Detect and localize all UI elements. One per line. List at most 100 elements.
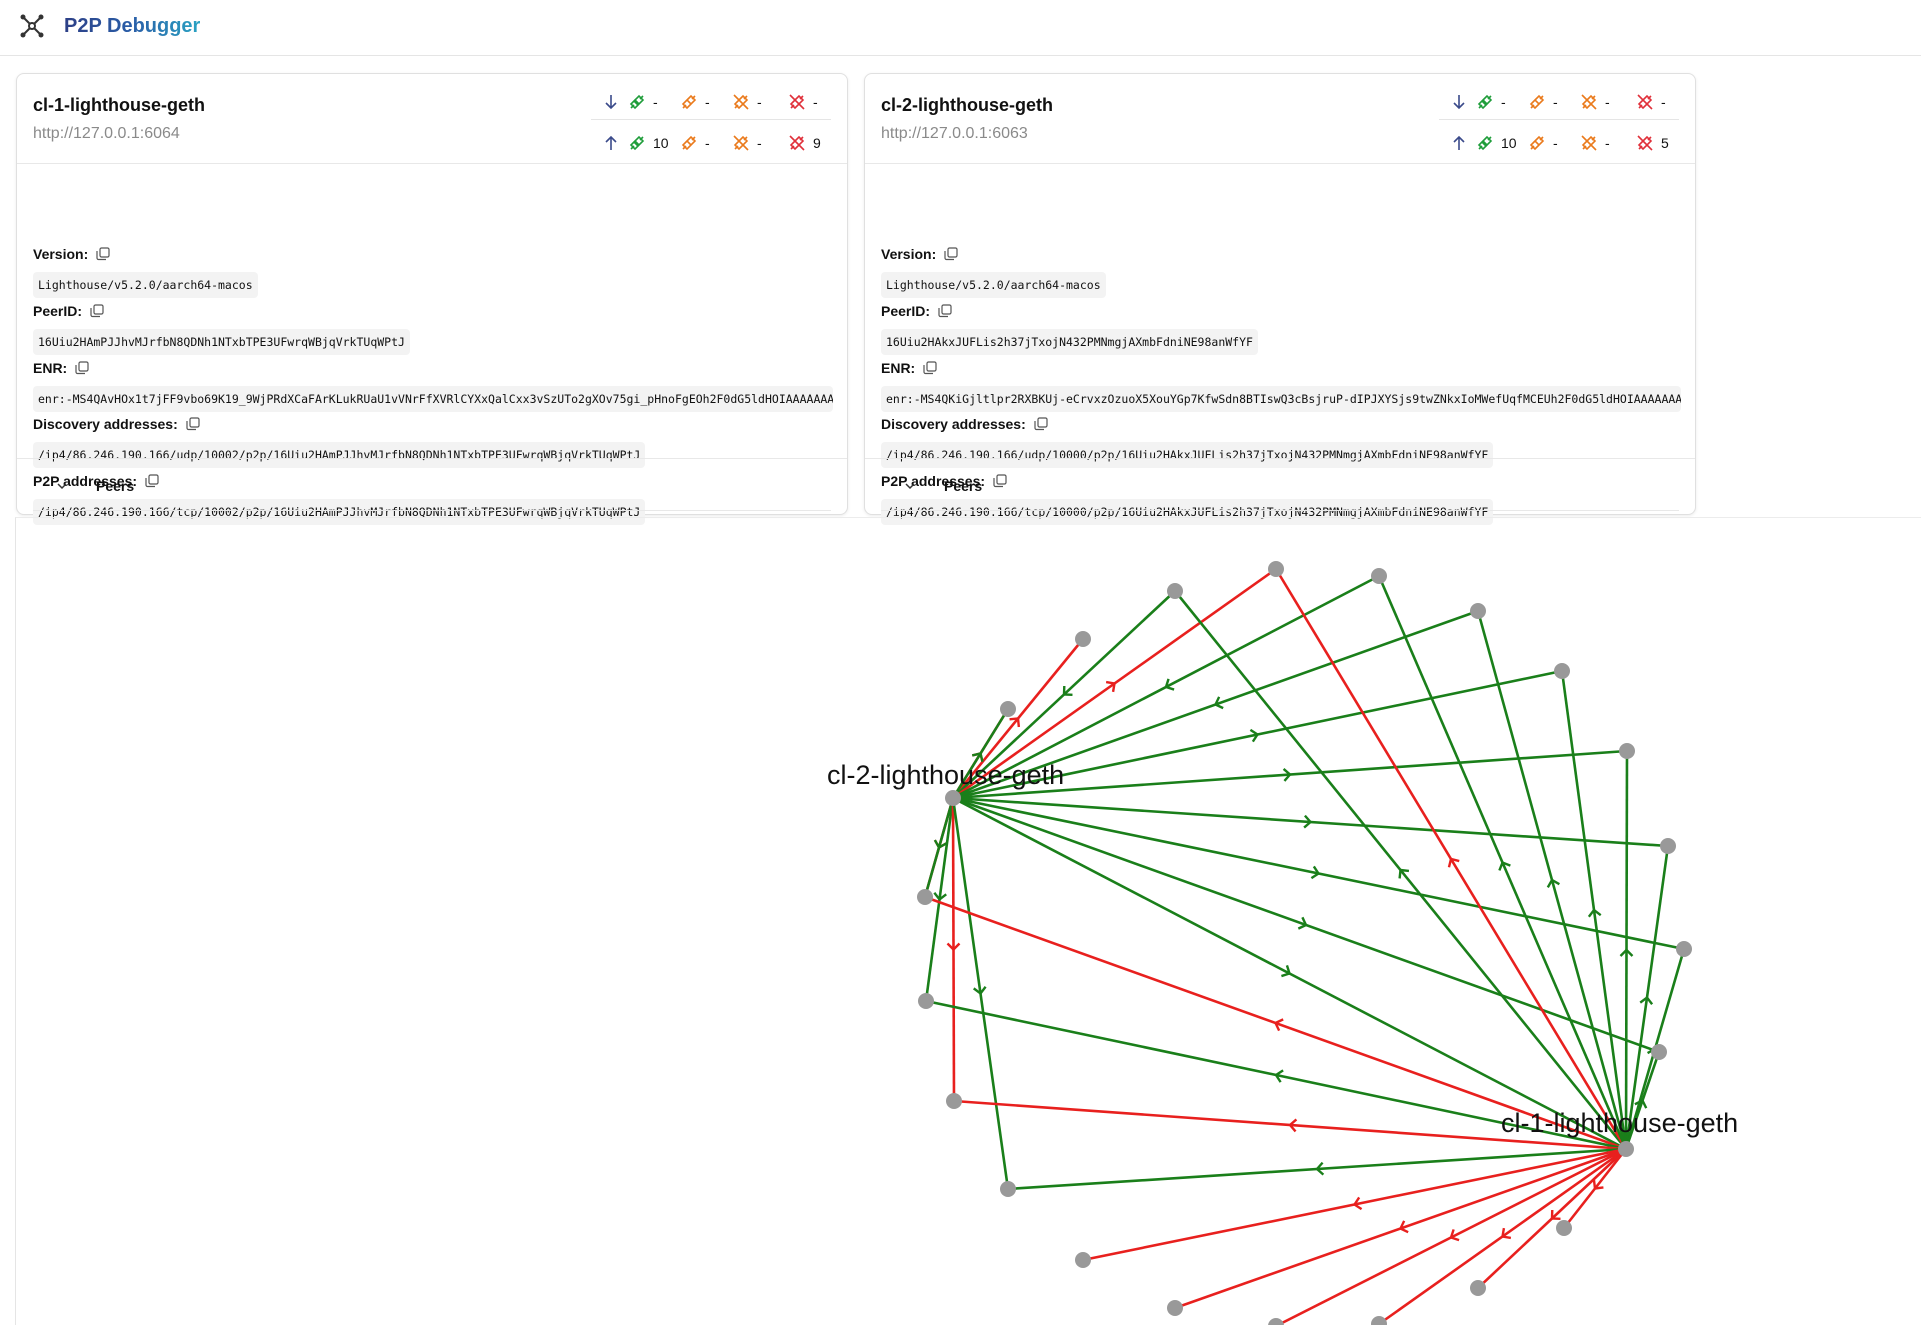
field-label-text: PeerID: <box>33 303 83 319</box>
arrow-up-icon <box>601 131 621 155</box>
plug-connected-icon <box>629 135 645 151</box>
graph-node-cl-1 <box>1618 1141 1634 1157</box>
network-hub-icon[interactable] <box>18 12 46 40</box>
peer-graph-canvas[interactable]: cl-2-lighthouse-geth cl-1-lighthouse-geth <box>16 518 1921 1325</box>
stat-disconnected: - <box>787 90 818 114</box>
copy-icon[interactable] <box>923 361 937 375</box>
copy-icon[interactable] <box>90 304 104 318</box>
stat-connected: 10 <box>627 131 669 155</box>
copy-icon[interactable] <box>96 247 110 261</box>
outbound-stats-row: 10 - - 5 <box>1439 125 1679 161</box>
field-label-text: ENR: <box>33 360 68 376</box>
graph-peer-node <box>1371 568 1387 584</box>
peer-id-value[interactable]: 16Uiu2HAmPJJhvMJrfbN8QDNh1NTxbTPE3UFwrqW… <box>33 329 410 355</box>
stat-value: - <box>1553 94 1558 110</box>
copy-icon[interactable] <box>75 361 89 375</box>
graph-peer-node <box>1470 1280 1486 1296</box>
plug-connecting-icon <box>681 94 697 110</box>
plug-connected-icon <box>1477 94 1493 110</box>
graph-peer-node <box>1619 743 1635 759</box>
node-card-cl-1: cl-1-lighthouse-geth http://127.0.0.1:60… <box>16 73 848 525</box>
app-title[interactable]: P2P Debugger <box>64 15 200 38</box>
stat-disconnecting: - <box>1579 90 1610 114</box>
version-label: Version: <box>881 246 958 262</box>
peers-label: Peers <box>944 478 983 494</box>
stat-disconnecting: - <box>731 131 762 155</box>
graph-peer-node <box>1554 663 1570 679</box>
stat-disconnecting: - <box>731 90 762 114</box>
plug-connecting-icon <box>1529 135 1545 151</box>
version-label: Version: <box>33 246 110 262</box>
stat-connected: - <box>627 90 658 114</box>
plug-disconnecting-icon <box>733 135 749 151</box>
stat-connected: - <box>1475 90 1506 114</box>
stat-value: 5 <box>1661 135 1669 151</box>
stat-value: - <box>757 94 762 110</box>
graph-peer-node <box>1268 1318 1284 1325</box>
graph-peer-node <box>1470 603 1486 619</box>
version-value[interactable]: Lighthouse/v5.2.0/aarch64-macos <box>881 272 1106 298</box>
enr-label: ENR: <box>33 360 89 376</box>
stat-disconnected: - <box>1635 90 1666 114</box>
peer-id-value[interactable]: 16Uiu2HAkxJUFLis2h37jTxojN432PMNmgjAXmbF… <box>881 329 1258 355</box>
peer-graph[interactable]: cl-2-lighthouse-geth cl-1-lighthouse-geth <box>15 517 1921 1325</box>
field-label-text: PeerID: <box>881 303 931 319</box>
enr-value[interactable]: enr:-MS4QKiGjltlpr2RXBKUj-eCrvxzOzuoX5Xo… <box>881 386 1681 412</box>
outbound-stats-row: 10 - - 9 <box>591 125 831 161</box>
stat-value: - <box>1605 135 1610 151</box>
peers-accordion[interactable]: Peers <box>865 458 1695 514</box>
graph-label-cl-1: cl-1-lighthouse-geth <box>1501 1108 1738 1138</box>
peers-accordion[interactable]: Peers <box>17 458 847 514</box>
stat-value: - <box>813 94 818 110</box>
arrow-down-icon <box>601 90 621 114</box>
peers-label: Peers <box>96 478 135 494</box>
arrow-down-icon <box>1449 90 1469 114</box>
copy-icon[interactable] <box>944 247 958 261</box>
enr-label: ENR: <box>881 360 937 376</box>
node-title: cl-2-lighthouse-geth <box>881 95 1053 115</box>
copy-icon[interactable] <box>186 417 200 431</box>
stat-value: - <box>705 135 710 151</box>
graph-peer-node <box>1075 1252 1091 1268</box>
graph-peer-node <box>1268 561 1284 577</box>
peer-id-label: PeerID: <box>33 303 104 319</box>
stat-value: - <box>1661 94 1666 110</box>
plug-disconnected-icon <box>789 135 805 151</box>
plug-connecting-icon <box>1529 94 1545 110</box>
graph-peer-node <box>1676 941 1692 957</box>
node-card-header: cl-2-lighthouse-geth http://127.0.0.1:60… <box>865 74 1695 164</box>
chevron-down-icon[interactable] <box>55 479 69 493</box>
chevron-down-icon[interactable] <box>903 479 917 493</box>
arrow-up-icon <box>1449 131 1469 155</box>
node-card-cl-2: cl-2-lighthouse-geth http://127.0.0.1:60… <box>864 73 1696 525</box>
copy-icon[interactable] <box>938 304 952 318</box>
node-url[interactable]: http://127.0.0.1:6064 <box>33 125 180 143</box>
field-label-text: Discovery addresses: <box>33 416 178 432</box>
stat-value: - <box>705 94 710 110</box>
stat-connecting: - <box>679 131 710 155</box>
stat-value: - <box>1501 94 1506 110</box>
stat-disconnected: 9 <box>787 131 821 155</box>
stat-value: - <box>757 135 762 151</box>
node-url[interactable]: http://127.0.0.1:6063 <box>881 125 1028 143</box>
enr-value[interactable]: enr:-MS4QAvHOx1t7jFF9vbo69K19_9WjPRdXCaF… <box>33 386 833 412</box>
graph-peer-node <box>917 889 933 905</box>
stat-connecting: - <box>1527 131 1558 155</box>
plug-disconnected-icon <box>1637 135 1653 151</box>
inbound-stats-row: - - - - <box>1439 84 1679 120</box>
stat-value: - <box>1605 94 1610 110</box>
discovery-addresses-label: Discovery addresses: <box>33 416 200 432</box>
stat-value: - <box>653 94 658 110</box>
peers-accordion-header[interactable]: Peers <box>881 459 1679 511</box>
inbound-stats-row: - - - - <box>591 84 831 120</box>
stat-connecting: - <box>1527 90 1558 114</box>
peer-id-label: PeerID: <box>881 303 952 319</box>
plug-connecting-icon <box>681 135 697 151</box>
copy-icon[interactable] <box>1034 417 1048 431</box>
peers-accordion-header[interactable]: Peers <box>33 459 831 511</box>
graph-peer-node <box>1660 838 1676 854</box>
plug-connected-icon <box>629 94 645 110</box>
graph-peer-node <box>1556 1220 1572 1236</box>
graph-label-cl-2: cl-2-lighthouse-geth <box>827 760 1064 790</box>
version-value[interactable]: Lighthouse/v5.2.0/aarch64-macos <box>33 272 258 298</box>
